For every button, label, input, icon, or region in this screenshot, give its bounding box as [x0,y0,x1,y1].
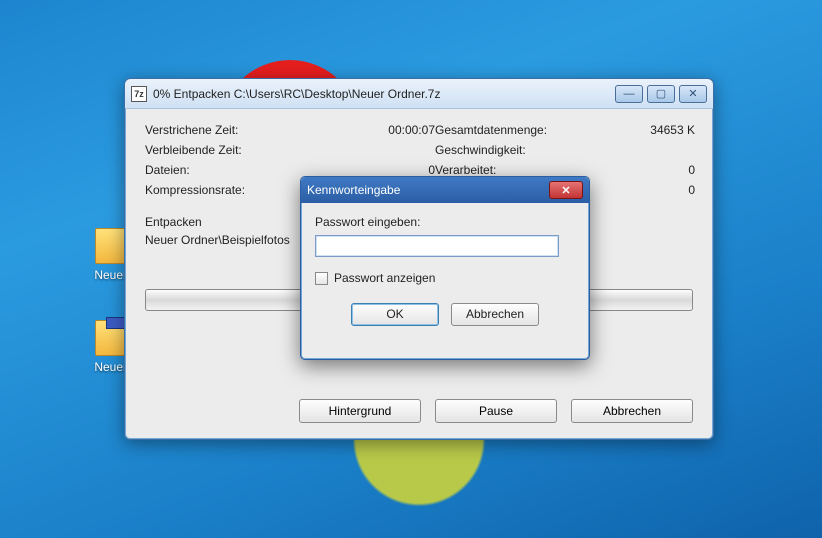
processed-value: 0 [595,163,695,177]
show-password-label: Passwort anzeigen [334,271,435,285]
ok-button[interactable]: OK [351,303,439,326]
total-value: 34653 K [595,123,695,137]
dialog-cancel-button[interactable]: Abbrechen [451,303,539,326]
desktop-decoration [289,440,549,530]
elapsed-value: 00:00:07 [295,123,435,137]
processed-label: Verarbeitet: [435,163,595,177]
minimize-button[interactable]: — [615,85,643,103]
app-icon: 7z [131,86,147,102]
pause-button[interactable]: Pause [435,399,557,423]
speed-value [595,143,695,157]
titlebar[interactable]: 7z 0% Entpacken C:\Users\RC\Desktop\Neue… [125,79,713,109]
compression-label: Kompressionsrate: [145,183,295,197]
files-value: 0 [295,163,435,177]
password-dialog: Kennworteingabe ✕ Passwort eingeben: Pas… [300,176,590,360]
maximize-button[interactable]: ▢ [647,85,675,103]
window-title: 0% Entpacken C:\Users\RC\Desktop\Neuer O… [153,87,615,101]
dialog-close-button[interactable]: ✕ [549,181,583,199]
processed2-value: 0 [595,183,695,197]
remaining-label: Verbleibende Zeit: [145,143,295,157]
remaining-value [295,143,435,157]
password-input[interactable] [315,235,559,257]
cancel-button[interactable]: Abbrechen [571,399,693,423]
speed-label: Geschwindigkeit: [435,143,595,157]
password-prompt: Passwort eingeben: [315,215,575,229]
close-button[interactable]: ✕ [679,85,707,103]
files-label: Dateien: [145,163,295,177]
background-button[interactable]: Hintergrund [299,399,421,423]
elapsed-label: Verstrichene Zeit: [145,123,295,137]
total-label: Gesamtdatenmenge: [435,123,595,137]
dialog-titlebar[interactable]: Kennworteingabe ✕ [301,177,589,203]
show-password-checkbox[interactable] [315,272,328,285]
dialog-title: Kennworteingabe [307,183,549,197]
